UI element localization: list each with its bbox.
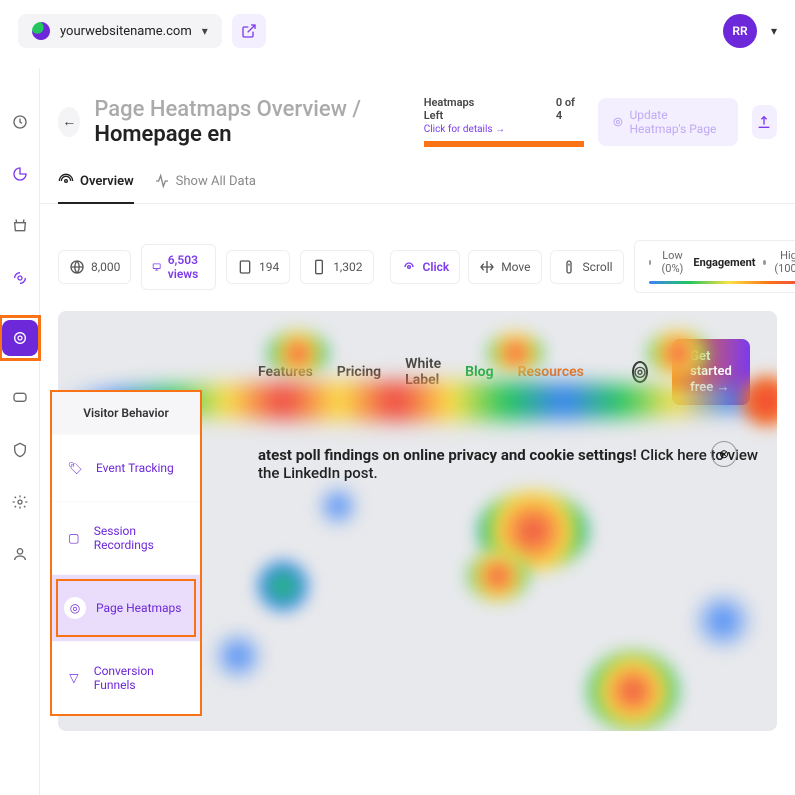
tab-overview[interactable]: Overview: [58, 165, 134, 203]
gradient-bar: [649, 281, 795, 284]
share-button[interactable]: [752, 105, 777, 139]
close-icon: ⊗: [711, 441, 737, 467]
desktop-icon: [152, 259, 161, 275]
sidebar-item-dashboard[interactable]: [10, 112, 30, 132]
sidebar-item-analytics[interactable]: [10, 164, 30, 184]
page-title: Page Heatmaps Overview / Homepage en: [94, 97, 399, 147]
submenu-item-event-tracking[interactable]: 🏷 Event Tracking: [52, 434, 200, 501]
filter-desktop[interactable]: 6,503 views: [141, 244, 216, 290]
tag-icon: 🏷: [64, 457, 86, 479]
avatar-chevron-icon: ▾: [771, 24, 777, 38]
dot-icon: [763, 260, 766, 265]
site-selector[interactable]: yourwebsitename.com ▾: [18, 14, 222, 48]
submenu-visitor-behavior: Visitor Behavior 🏷 Event Tracking ▢ Sess…: [50, 390, 202, 716]
mobile-icon: [311, 259, 327, 275]
sidebar-item-commerce[interactable]: [10, 216, 30, 236]
chevron-down-icon: ▾: [202, 24, 208, 38]
external-link-button[interactable]: [232, 14, 266, 48]
engagement-legend: Low (0%) Engagement High (100%): [634, 240, 795, 293]
submenu-item-conversion-funnels[interactable]: ▽ Conversion Funnels: [52, 641, 200, 714]
page-header: ← Page Heatmaps Overview / Homepage en H…: [40, 68, 795, 165]
heatmaps-left-box[interactable]: Heatmaps Left 0 of 4 Click for details →: [424, 96, 584, 147]
mode-move[interactable]: Move: [468, 250, 541, 284]
funnel-icon: ▽: [64, 667, 84, 689]
heatmap-icon: ◎: [64, 597, 86, 619]
site-name: yourwebsitename.com: [60, 24, 192, 39]
video-icon: ▢: [64, 527, 84, 549]
sidebar-item-feedback[interactable]: [10, 388, 30, 408]
mode-scroll[interactable]: Scroll: [550, 250, 624, 284]
tab-all-data[interactable]: Show All Data: [154, 165, 256, 203]
activity-icon: [154, 173, 170, 189]
sidebar-item-events[interactable]: [10, 268, 30, 288]
banner-text: atest poll findings on online privacy an…: [258, 446, 777, 482]
sidebar: [0, 68, 40, 795]
sidebar-item-users[interactable]: [10, 544, 30, 564]
filter-mobile[interactable]: 1,302: [300, 250, 373, 284]
profile-icon: ◎: [632, 361, 648, 383]
mode-click[interactable]: Click: [390, 250, 461, 284]
click-icon: [401, 259, 417, 275]
sidebar-item-privacy[interactable]: [10, 440, 30, 460]
heatmaps-left-count: 0 of 4: [556, 96, 584, 122]
highlight-box-icon: [0, 315, 41, 361]
external-link-icon: [241, 23, 257, 39]
sidebar-item-heatmaps[interactable]: [2, 320, 38, 356]
user-avatar[interactable]: RR: [723, 14, 757, 48]
radar-icon: [58, 173, 74, 189]
filter-total[interactable]: 8,000: [58, 250, 131, 284]
back-button[interactable]: ←: [58, 107, 80, 137]
tabs-row: Overview Show All Data: [40, 165, 795, 204]
sidebar-item-settings[interactable]: [10, 492, 30, 512]
top-bar: yourwebsitename.com ▾ RR ▾: [0, 0, 795, 62]
filter-tablet[interactable]: 194: [226, 250, 290, 284]
progress-bar: [424, 141, 584, 147]
scroll-icon: [561, 259, 577, 275]
heatmaps-left-label: Heatmaps Left: [424, 96, 496, 122]
submenu-item-session-recordings[interactable]: ▢ Session Recordings: [52, 501, 200, 574]
move-icon: [479, 259, 495, 275]
update-page-button[interactable]: Update Heatmap's Page: [598, 98, 738, 146]
tablet-icon: [237, 259, 253, 275]
submenu-title: Visitor Behavior: [52, 392, 200, 434]
site-logo-icon: [32, 22, 50, 40]
submenu-item-page-heatmaps[interactable]: ◎ Page Heatmaps: [52, 574, 200, 641]
target-icon: [612, 114, 624, 130]
dot-icon: [649, 260, 652, 265]
globe-icon: [69, 259, 85, 275]
heatmaps-left-sublink[interactable]: Click for details →: [424, 124, 584, 135]
upload-icon: [756, 114, 772, 130]
filter-row: 8,000 6,503 views 194 1,302 Click Move S…: [40, 204, 795, 311]
